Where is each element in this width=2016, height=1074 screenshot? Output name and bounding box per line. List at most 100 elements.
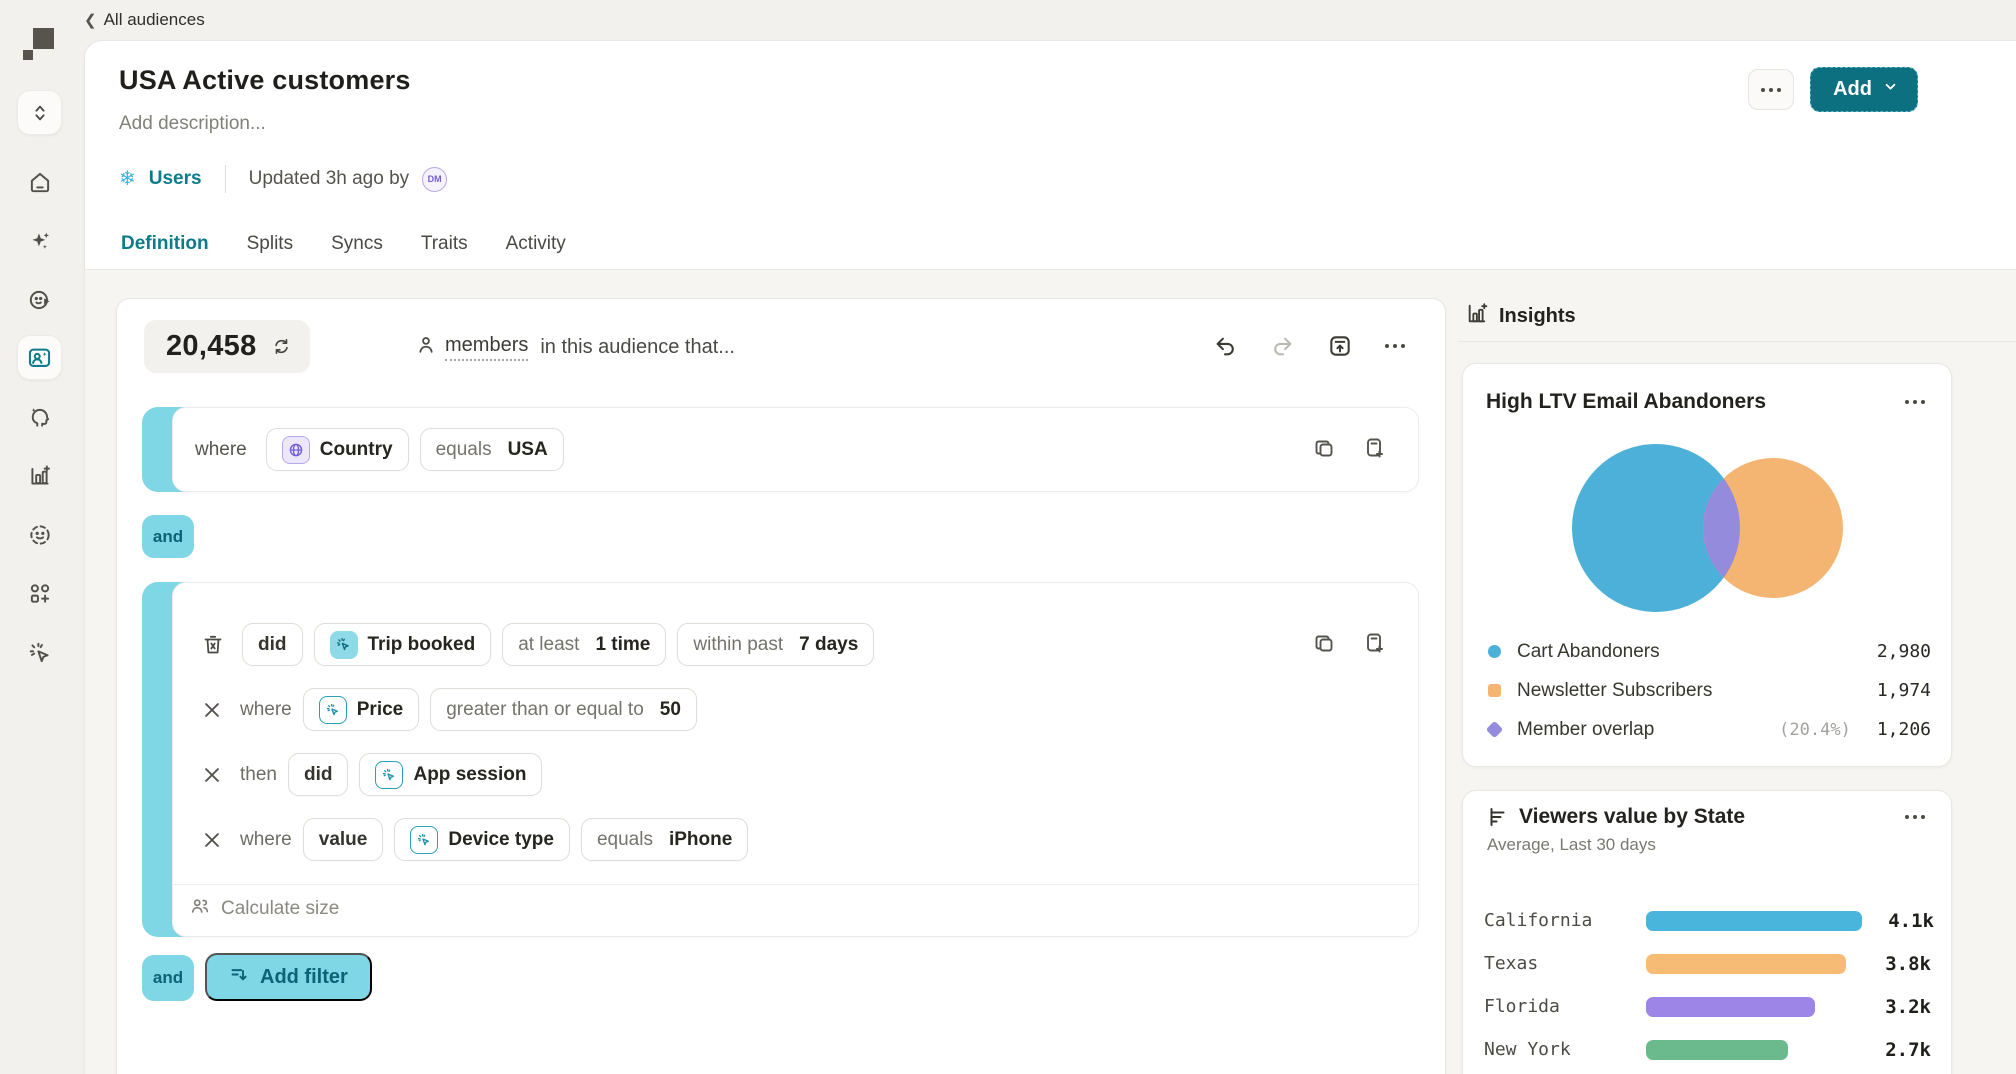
event-cursor-icon bbox=[375, 761, 403, 789]
kind-pill-value[interactable]: value bbox=[303, 818, 384, 861]
tab-traits[interactable]: Traits bbox=[419, 233, 470, 272]
audience-card-sparkle-icon bbox=[26, 344, 53, 371]
bar-track bbox=[1646, 911, 1862, 931]
venn-card-more-button[interactable] bbox=[1899, 394, 1931, 410]
operator-label: greater than or equal to bbox=[446, 699, 644, 721]
people-icon bbox=[189, 895, 211, 922]
source-link[interactable]: Users bbox=[149, 168, 202, 190]
event-label: App session bbox=[413, 764, 526, 786]
window-value: 7 days bbox=[799, 634, 858, 656]
property-pill-price[interactable]: Price bbox=[303, 688, 419, 731]
calculate-size-button[interactable]: Calculate size bbox=[189, 895, 339, 922]
refresh-icon[interactable] bbox=[271, 336, 292, 357]
property-pill-country[interactable]: Country bbox=[266, 428, 409, 471]
sidebar-item-audiences[interactable] bbox=[17, 335, 62, 380]
frequency-pill[interactable]: at least 1 time bbox=[502, 623, 666, 666]
members-link[interactable]: members bbox=[445, 334, 528, 361]
event-pill-app-session[interactable]: App session bbox=[359, 753, 542, 796]
time-window-pill[interactable]: within past 7 days bbox=[677, 623, 874, 666]
app-logo[interactable] bbox=[23, 28, 55, 60]
sidebar-item-workspace-switcher[interactable] bbox=[17, 90, 62, 135]
bar bbox=[1646, 997, 1815, 1017]
header-more-button[interactable] bbox=[1748, 69, 1794, 110]
tab-activity[interactable]: Activity bbox=[504, 233, 568, 272]
legend-row: Cart Abandoners2,980 bbox=[1488, 632, 1931, 671]
duplicate-icon[interactable] bbox=[1312, 436, 1336, 460]
calculate-size-label: Calculate size bbox=[221, 898, 339, 920]
breadcrumb-back[interactable]: ❮ All audiences bbox=[84, 10, 205, 30]
verb-pill-did[interactable]: did bbox=[288, 753, 349, 796]
venn-diagram bbox=[1463, 442, 1953, 614]
legend-marker-square bbox=[1488, 684, 1501, 697]
definition-more-button[interactable] bbox=[1385, 344, 1405, 348]
breadcrumb-label: All audiences bbox=[104, 10, 205, 30]
add-filter-button[interactable]: Add filter bbox=[205, 953, 372, 1001]
and-connector-badge[interactable]: and bbox=[142, 515, 194, 558]
remove-filter-icon[interactable] bbox=[201, 764, 223, 786]
sidebar-item-integrations[interactable] bbox=[17, 571, 62, 616]
audience-builder-page: ❮ All audiences bbox=[0, 0, 2016, 1074]
operator-pill-country[interactable]: equals USA bbox=[420, 428, 564, 471]
row-actions bbox=[1312, 631, 1386, 655]
insights-chart-sparkle-icon bbox=[1465, 301, 1490, 331]
legend-value: 1,974 bbox=[1877, 680, 1931, 701]
undo-button[interactable] bbox=[1213, 334, 1238, 359]
add-to-group-icon[interactable] bbox=[1362, 631, 1386, 655]
sidebar-item-profiles[interactable] bbox=[17, 394, 62, 439]
property-label: Price bbox=[357, 699, 403, 721]
verb-pill-did[interactable]: did bbox=[242, 623, 303, 666]
insight-card-bars: Viewers value by State Average, Last 30 … bbox=[1462, 790, 1952, 1074]
remove-filter-icon[interactable] bbox=[201, 699, 223, 721]
condition-block-1: where Country equals USA bbox=[142, 407, 1419, 492]
redo-button[interactable] bbox=[1270, 334, 1295, 359]
condition-row-event: did Trip booked at least 1 time within p… bbox=[201, 623, 874, 666]
legend-marker-diamond bbox=[1486, 721, 1503, 738]
footer-and-badge[interactable]: and bbox=[142, 955, 194, 1001]
delete-row-icon[interactable] bbox=[201, 633, 225, 657]
legend-label: Cart Abandoners bbox=[1517, 641, 1660, 663]
sidebar-item-recognition[interactable] bbox=[17, 512, 62, 557]
person-icon bbox=[415, 334, 437, 361]
bar-card-more-button[interactable] bbox=[1899, 809, 1931, 825]
event-pill-trip-booked[interactable]: Trip booked bbox=[314, 623, 492, 666]
face-scan-icon bbox=[27, 522, 53, 548]
tab-syncs[interactable]: Syncs bbox=[329, 233, 385, 272]
connector-label: where bbox=[240, 699, 292, 721]
member-count: 20,458 bbox=[166, 330, 257, 363]
definition-card: 20,458 members in this audience that... bbox=[116, 298, 1446, 1074]
operator-pill-device[interactable]: equals iPhone bbox=[581, 818, 748, 861]
sidebar-item-magic-actions[interactable] bbox=[17, 630, 62, 675]
connector-label: where bbox=[195, 439, 247, 461]
condition-row-device-type: where value Device type equals iPhone bbox=[201, 818, 748, 861]
tab-definition[interactable]: Definition bbox=[119, 233, 211, 272]
add-button[interactable]: Add bbox=[1810, 67, 1918, 112]
logo-square-small bbox=[23, 50, 33, 60]
remove-filter-icon[interactable] bbox=[201, 829, 223, 851]
save-template-button[interactable] bbox=[1327, 333, 1353, 359]
bar-chart-plus-icon bbox=[27, 463, 53, 489]
description-placeholder[interactable]: Add description... bbox=[119, 113, 266, 135]
bar-card-header: Viewers value by State bbox=[1486, 805, 1931, 829]
snowflake-icon: ❄ bbox=[119, 169, 136, 189]
property-pill-device-type[interactable]: Device type bbox=[394, 818, 570, 861]
add-to-group-icon[interactable] bbox=[1362, 436, 1386, 460]
bar bbox=[1646, 954, 1846, 974]
verb-label: did bbox=[258, 634, 287, 656]
sidebar-item-ai-assistant[interactable] bbox=[17, 218, 62, 263]
operator-pill-price[interactable]: greater than or equal to 50 bbox=[430, 688, 697, 731]
avatar[interactable]: DM bbox=[422, 167, 447, 192]
event-property-icon bbox=[410, 826, 438, 854]
operator-value: USA bbox=[508, 439, 548, 461]
definition-toolbar bbox=[1213, 333, 1405, 359]
audience-meta: ❄ Users Updated 3h ago by DM bbox=[119, 164, 447, 194]
venn-card-header: High LTV Email Abandoners bbox=[1486, 390, 1931, 414]
tab-splits[interactable]: Splits bbox=[245, 233, 295, 272]
duplicate-icon[interactable] bbox=[1312, 631, 1336, 655]
sidebar-item-journeys[interactable] bbox=[17, 277, 62, 322]
sidebar-item-analytics[interactable] bbox=[17, 453, 62, 498]
bar-row: California4.1k bbox=[1484, 899, 1931, 942]
page-title: USA Active customers bbox=[119, 65, 411, 96]
bar-card-subtitle: Average, Last 30 days bbox=[1487, 835, 1656, 855]
home-icon bbox=[27, 169, 53, 195]
sidebar-item-home[interactable] bbox=[17, 159, 62, 204]
